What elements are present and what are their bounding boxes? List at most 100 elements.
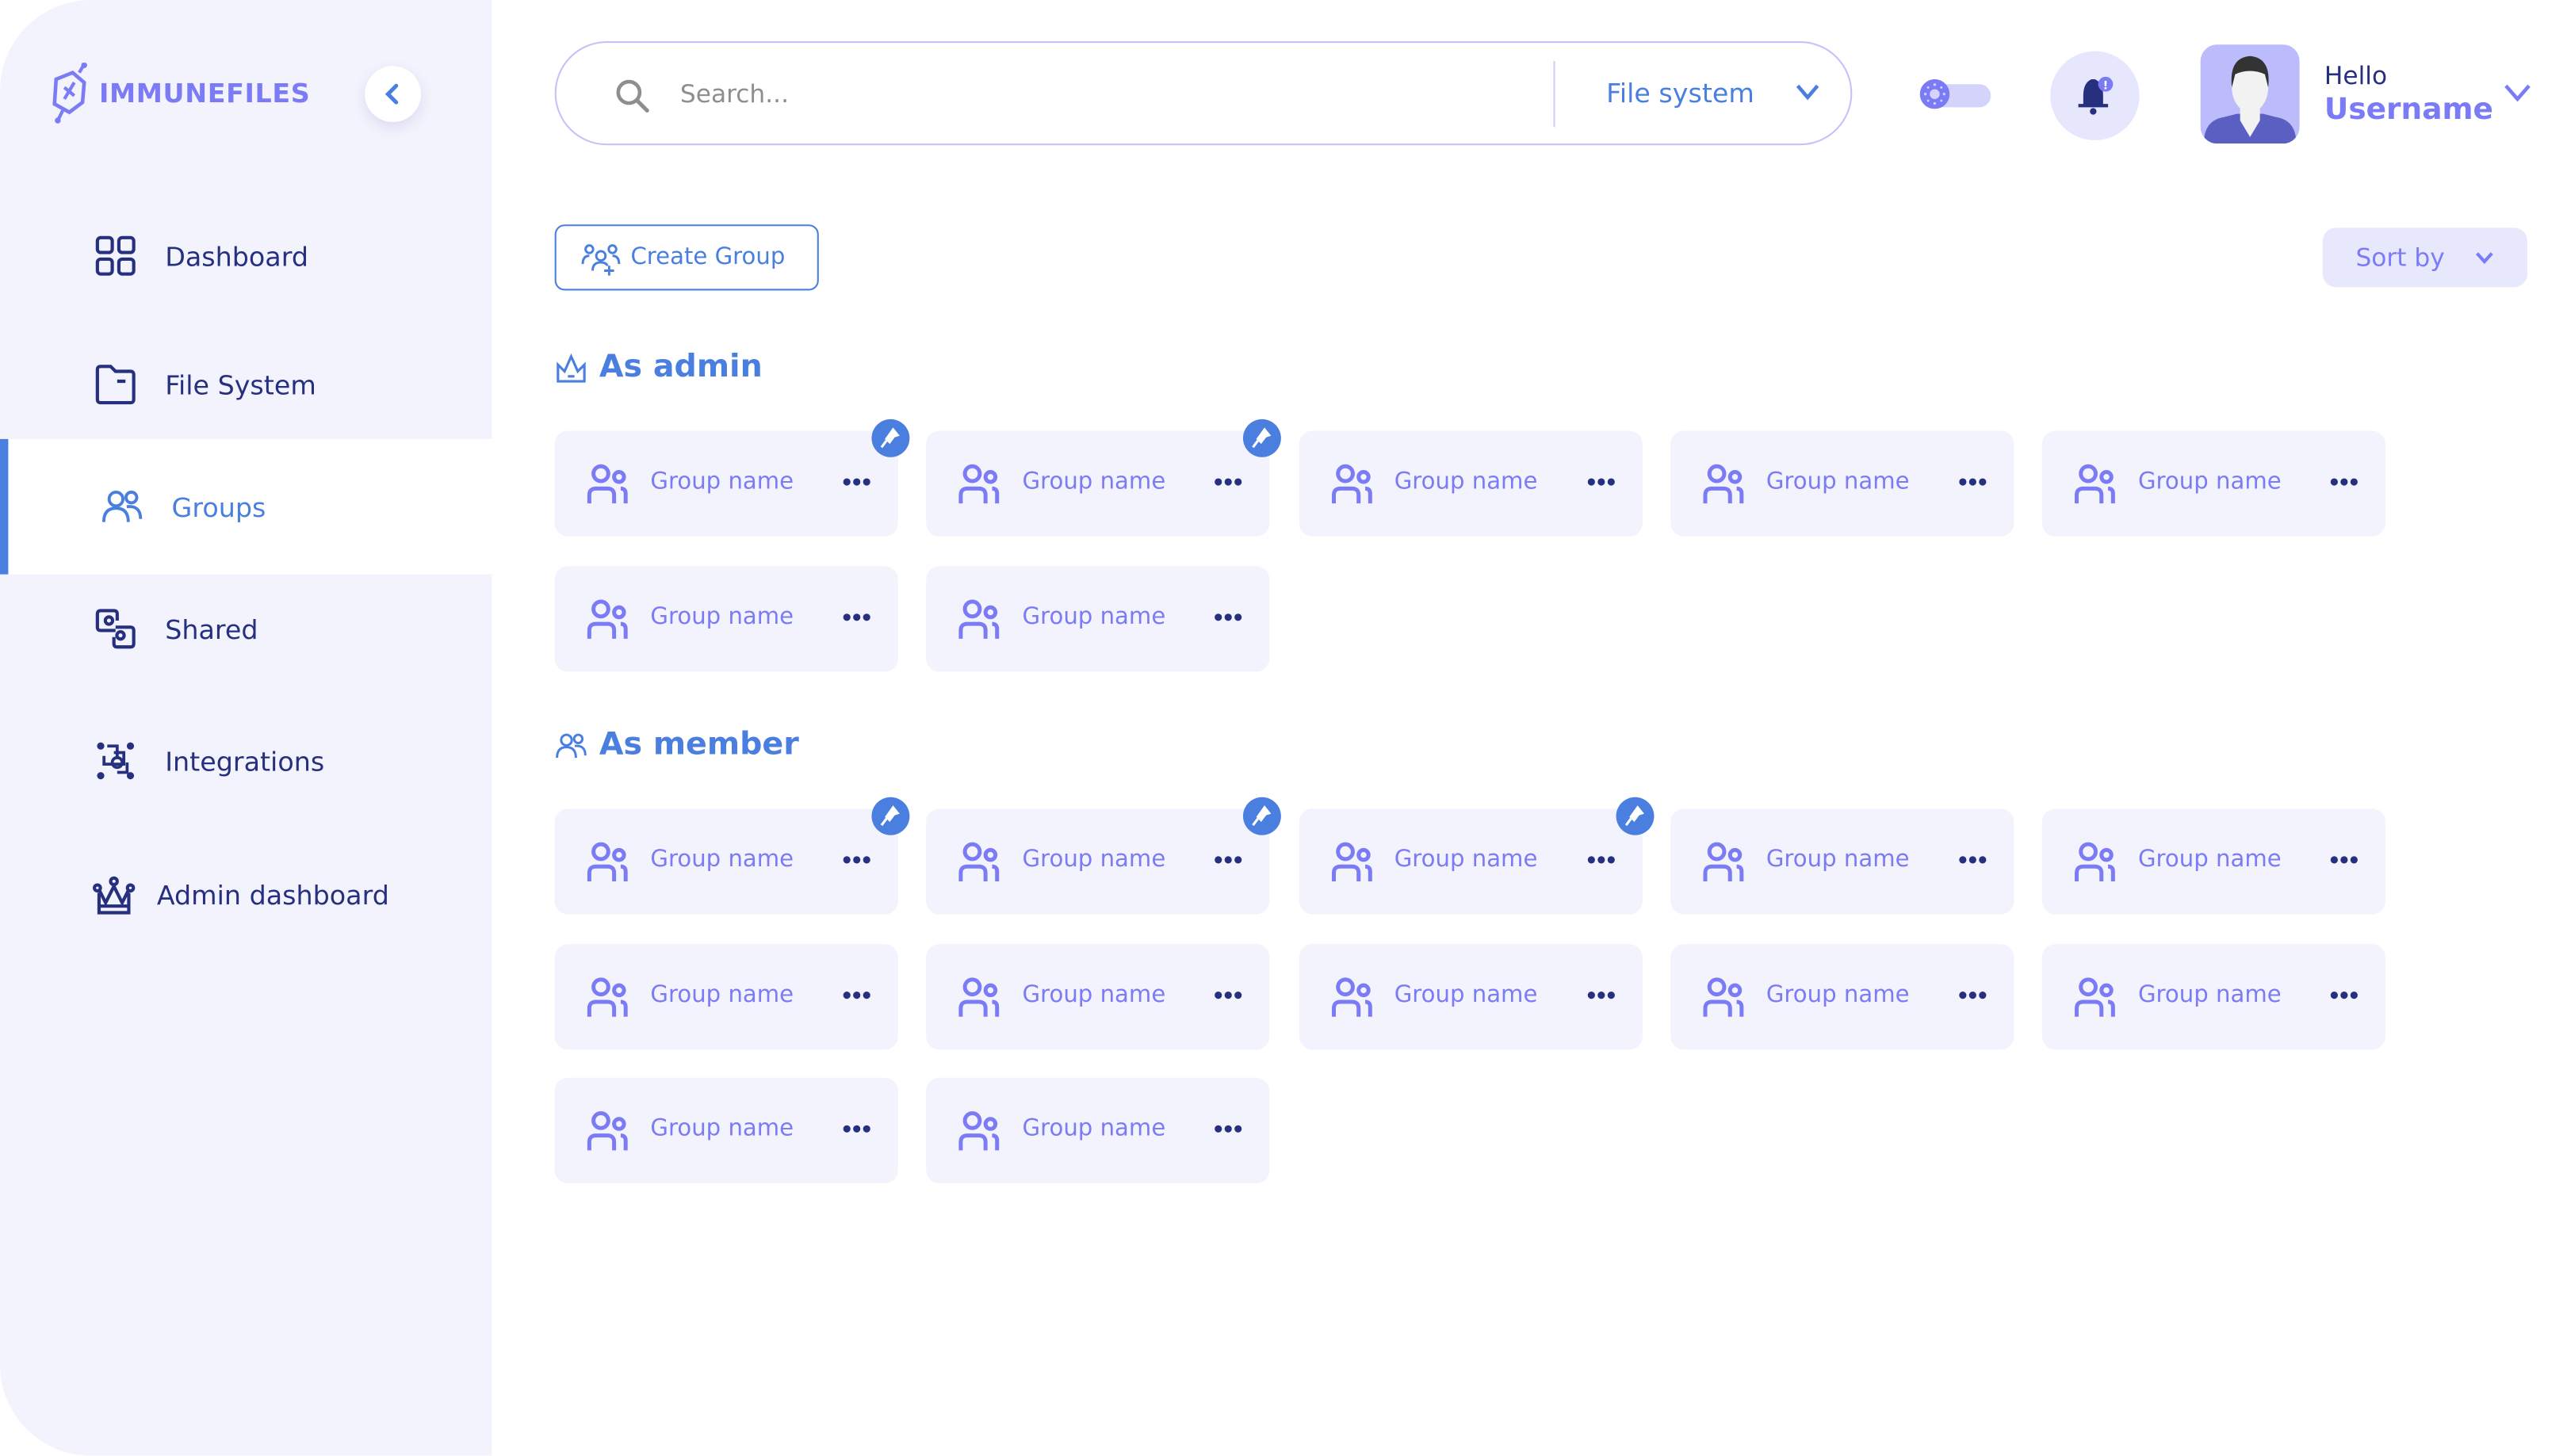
more-options-icon[interactable] <box>2330 989 2359 999</box>
group-card[interactable]: Group name <box>1670 943 2014 1049</box>
sidebar-item-label: Shared <box>165 613 258 645</box>
group-name: Group name <box>650 1115 794 1142</box>
sidebar-item-shared[interactable]: Shared <box>0 596 492 662</box>
username[interactable]: Username <box>2324 93 2493 128</box>
group-icon <box>587 464 628 504</box>
more-options-icon[interactable] <box>1214 989 1243 999</box>
search-bar[interactable]: Search... File system <box>554 41 1853 146</box>
theme-toggle[interactable] <box>1915 78 1991 109</box>
more-options-icon[interactable] <box>842 989 871 999</box>
group-name: Group name <box>1766 468 1910 495</box>
more-options-icon[interactable] <box>1214 855 1243 865</box>
group-name: Group name <box>650 468 794 495</box>
more-options-icon[interactable] <box>1214 477 1243 487</box>
app: IMMUNEFILES Dashboard File System Groups… <box>0 0 2567 1456</box>
group-icon <box>587 598 628 638</box>
sidebar-item-label: File System <box>165 369 316 400</box>
group-card[interactable]: Group name <box>2042 430 2386 537</box>
more-options-icon[interactable] <box>842 477 871 487</box>
sidebar-item-groups[interactable]: Groups <box>0 438 492 575</box>
notification-badge: ! <box>2103 78 2109 92</box>
more-options-icon[interactable] <box>1957 477 1987 487</box>
group-name: Group name <box>650 603 794 630</box>
chevron-down-icon <box>2475 252 2493 265</box>
pin-icon <box>880 805 900 827</box>
chevron-down-icon[interactable] <box>1794 82 1820 102</box>
group-card[interactable]: Group name <box>554 797 910 915</box>
more-options-icon[interactable] <box>842 611 871 621</box>
search-scope-select[interactable]: File system <box>1606 78 1754 109</box>
pin-badge[interactable] <box>1243 797 1282 835</box>
more-options-icon[interactable] <box>1957 989 1987 999</box>
pin-icon <box>880 427 900 449</box>
pin-icon <box>1252 805 1272 827</box>
group-card[interactable]: Group name <box>926 418 1282 537</box>
pin-icon <box>1624 805 1644 827</box>
more-options-icon[interactable] <box>842 855 871 865</box>
more-options-icon[interactable] <box>2330 855 2359 865</box>
collapse-sidebar-button[interactable] <box>365 66 421 123</box>
more-options-icon[interactable] <box>1586 989 1615 999</box>
more-options-icon[interactable] <box>1957 855 1987 865</box>
more-options-icon[interactable] <box>1214 611 1243 621</box>
sidebar-item-file-system[interactable]: File System <box>0 352 492 418</box>
sort-by-dropdown[interactable]: Sort by <box>2322 227 2528 288</box>
group-card[interactable]: Group name <box>1298 430 1643 537</box>
sidebar-item-admin-dashboard[interactable]: Admin dashboard <box>0 862 492 927</box>
group-card[interactable]: Group name <box>1670 808 2014 915</box>
avatar[interactable] <box>2200 44 2300 144</box>
search-icon <box>616 79 649 113</box>
group-name: Group name <box>1766 846 1910 873</box>
sidebar-item-dashboard[interactable]: Dashboard <box>0 223 492 289</box>
search-input[interactable]: Search... <box>680 79 789 109</box>
group-icon <box>2075 464 2116 504</box>
group-name: Group name <box>2137 980 2282 1008</box>
pin-badge[interactable] <box>1243 418 1282 457</box>
more-options-icon[interactable] <box>2330 477 2359 487</box>
group-card[interactable]: Group name <box>554 943 898 1049</box>
group-icon <box>587 842 628 881</box>
group-icon <box>2075 976 2116 1016</box>
more-options-icon[interactable] <box>842 1124 871 1133</box>
crown-icon <box>93 876 136 915</box>
shared-icon <box>95 609 136 649</box>
folder-icon <box>95 365 136 405</box>
more-options-icon[interactable] <box>1214 1124 1243 1133</box>
group-card[interactable]: Group name <box>926 565 1270 671</box>
group-card[interactable]: Group name <box>554 1077 898 1184</box>
greeting: Hello <box>2324 61 2388 91</box>
group-card[interactable]: Group name <box>554 565 898 671</box>
group-icon <box>959 976 1000 1016</box>
group-name: Group name <box>1394 980 1538 1008</box>
group-icon <box>959 1111 1000 1151</box>
group-card[interactable]: Group name <box>2042 943 2386 1049</box>
chevron-down-icon[interactable] <box>2503 82 2532 105</box>
create-group-button[interactable]: Create Group <box>554 224 819 291</box>
pin-badge[interactable] <box>871 797 910 835</box>
group-icon <box>1703 464 1744 504</box>
group-card[interactable]: Group name <box>926 797 1282 915</box>
group-card[interactable]: Group name <box>926 943 1270 1049</box>
group-card[interactable]: Group name <box>1298 797 1654 915</box>
group-name: Group name <box>2137 846 2282 873</box>
group-card[interactable]: Group name <box>2042 808 2386 915</box>
more-options-icon[interactable] <box>1586 855 1615 865</box>
group-card[interactable]: Group name <box>1670 430 2014 537</box>
group-icon <box>587 976 628 1016</box>
group-card[interactable]: Group name <box>554 418 910 537</box>
group-icon <box>959 842 1000 881</box>
pin-icon <box>1252 427 1272 449</box>
crown-icon <box>557 353 586 383</box>
pin-badge[interactable] <box>1615 797 1654 835</box>
shield-logo-icon <box>52 63 87 124</box>
group-card[interactable]: Group name <box>1298 943 1643 1049</box>
group-icon <box>1703 976 1744 1016</box>
notifications-button[interactable]: ! <box>2050 51 2140 140</box>
pin-badge[interactable] <box>871 418 910 457</box>
group-icon <box>1703 842 1744 881</box>
group-icon <box>959 464 1000 504</box>
group-card[interactable]: Group name <box>926 1077 1270 1184</box>
more-options-icon[interactable] <box>1586 477 1615 487</box>
group-name: Group name <box>1394 468 1538 495</box>
sidebar-item-integrations[interactable]: Integrations <box>0 728 492 793</box>
